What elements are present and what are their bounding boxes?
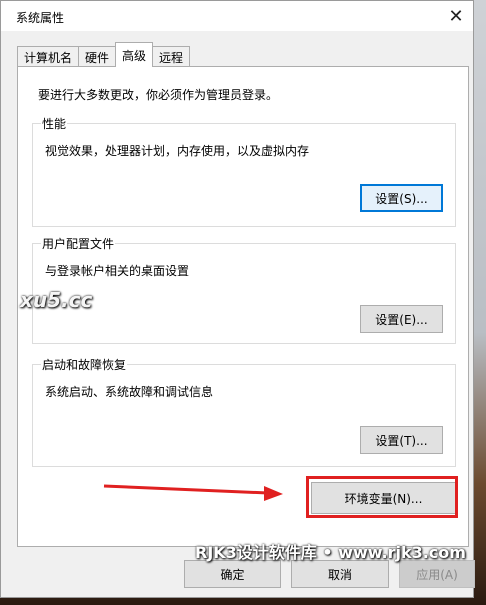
site-watermark: xu5.cc xyxy=(20,288,93,312)
tab-label: 高级 xyxy=(122,48,147,63)
caption-watermark: RJK3设计软件库 • www.rjk3.com xyxy=(195,543,466,562)
tab-advanced[interactable]: 高级 xyxy=(115,42,154,67)
